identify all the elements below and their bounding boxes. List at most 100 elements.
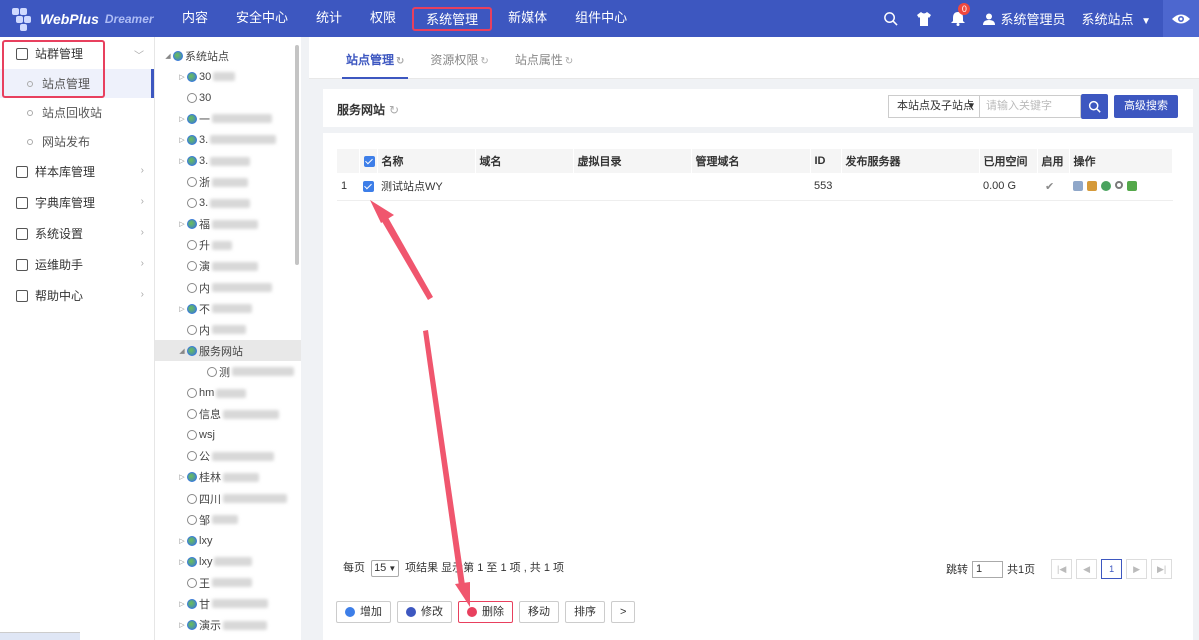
tab-resource-permissions[interactable]: 资源权限 ↻ [418, 51, 500, 78]
row-checkbox-cell[interactable] [359, 173, 377, 201]
jump-input[interactable]: 1 [972, 560, 1003, 578]
next-page-button[interactable]: ▶ [1126, 559, 1148, 579]
nav-item-system-management[interactable]: 系统管理 [412, 6, 493, 31]
edit-site-icon[interactable] [1087, 181, 1097, 192]
advanced-search-button[interactable]: 高级搜索 [1114, 95, 1178, 118]
header-id[interactable]: ID [810, 149, 842, 173]
tab-site-properties[interactable]: 站点属性 ↻ [503, 51, 585, 78]
sidebar-group-system-settings[interactable]: 系统设置 › [0, 218, 154, 249]
header-enabled[interactable]: 启用 [1037, 149, 1070, 173]
tree-node[interactable]: ▷ 桂林 [163, 467, 301, 488]
header-publish-server[interactable]: 发布服务器 [841, 149, 980, 173]
user-menu[interactable]: 系统管理员 [975, 9, 1073, 28]
tree-node[interactable]: 内 [163, 277, 301, 298]
tree-node[interactable]: 测 [163, 361, 301, 382]
row-name[interactable]: 测试站点WY [377, 173, 475, 201]
expand-arrow-icon[interactable]: ▷ [177, 157, 187, 165]
tree-node[interactable]: ▷ 3. [163, 150, 301, 171]
download-icon[interactable] [1127, 181, 1137, 192]
current-page-button[interactable]: 1 [1101, 559, 1123, 579]
expand-arrow-icon[interactable]: ▷ [177, 473, 187, 481]
nav-item-content[interactable]: 内容 [170, 7, 220, 31]
sidebar-group-site-cluster[interactable]: 站群管理 ﹀ [0, 38, 154, 69]
expand-arrow-icon[interactable]: ◢ [163, 52, 173, 60]
header-domain[interactable]: 域名 [475, 149, 574, 173]
tree-node[interactable]: ▷ 3. [163, 129, 301, 150]
expand-arrow-icon[interactable]: ▷ [177, 558, 187, 566]
refresh-icon[interactable]: ↻ [389, 103, 399, 117]
sidebar-item-site-management[interactable]: 站点管理 [0, 69, 154, 98]
theme-shirt-icon[interactable] [907, 0, 941, 37]
expand-arrow-icon[interactable]: ▷ [177, 220, 187, 228]
sort-button[interactable]: 排序 [565, 601, 605, 623]
nav-item-new-media[interactable]: 新媒体 [496, 7, 559, 31]
tree-node[interactable]: 30 [163, 87, 301, 108]
tree-node[interactable]: 浙 [163, 172, 301, 193]
per-page-select[interactable]: 15 ▼ [371, 559, 400, 577]
expand-arrow-icon[interactable]: ▷ [177, 537, 187, 545]
header-select-all[interactable] [359, 149, 378, 173]
tree-node[interactable]: ▷ lxy [163, 551, 301, 572]
expand-arrow-icon[interactable]: ◢ [177, 347, 187, 355]
select-all-checkbox[interactable] [363, 155, 375, 167]
tree-node[interactable]: ▷ 不 [163, 298, 301, 319]
nav-item-components[interactable]: 组件中心 [563, 7, 639, 31]
scope-select[interactable]: 本站点及子站点 [888, 95, 980, 118]
tree-node[interactable]: wsj [163, 425, 301, 446]
tree-node[interactable]: 王 [163, 572, 301, 593]
tree-node[interactable]: 演 [163, 256, 301, 277]
magnifier-icon[interactable] [1115, 181, 1123, 190]
sidebar-group-ops-assistant[interactable]: 运维助手 › [0, 249, 154, 280]
expand-arrow-icon[interactable]: ▷ [177, 600, 187, 608]
tree-node[interactable]: 信息 [163, 404, 301, 425]
sidebar-group-dictionary[interactable]: 字典库管理 › [0, 187, 154, 218]
nav-item-security[interactable]: 安全中心 [224, 7, 300, 31]
move-button[interactable]: 移动 [519, 601, 559, 623]
globe-icon[interactable] [1101, 181, 1111, 192]
row-checkbox[interactable] [363, 180, 374, 192]
search-button[interactable] [1081, 94, 1108, 119]
expand-arrow-icon[interactable]: ▷ [177, 136, 187, 144]
tree-node[interactable]: ▷ 福 [163, 214, 301, 235]
tree-root[interactable]: ◢ 系统站点 [163, 45, 301, 66]
more-button[interactable]: > [611, 601, 636, 623]
sidebar-item-site-recycle[interactable]: 站点回收站 [0, 98, 154, 127]
tree-node[interactable]: ▷ lxy [163, 530, 301, 551]
sidebar-group-sample-library[interactable]: 样本库管理 › [0, 156, 154, 187]
add-button[interactable]: 增加 [336, 601, 391, 623]
tree-node[interactable]: 升 [163, 235, 301, 256]
edit-button[interactable]: 修改 [397, 601, 452, 623]
notification-bell-icon[interactable]: 0 [941, 0, 975, 37]
tree-node[interactable]: 公 [163, 446, 301, 467]
header-admin-domain[interactable]: 管理域名 [691, 149, 811, 173]
nav-item-stats[interactable]: 统计 [304, 7, 354, 31]
sidebar-item-site-publish[interactable]: 网站发布 [0, 127, 154, 156]
expand-arrow-icon[interactable]: ▷ [177, 115, 187, 123]
header-virtual-dir[interactable]: 虚拟目录 [573, 149, 692, 173]
tree-node[interactable]: 四川 [163, 488, 301, 509]
header-name[interactable]: 名称 [377, 149, 476, 173]
expand-arrow-icon[interactable]: ▷ [177, 73, 187, 81]
first-page-button[interactable]: |◀ [1051, 559, 1073, 579]
nav-item-permissions[interactable]: 权限 [358, 7, 408, 31]
expand-arrow-icon[interactable]: ▷ [177, 305, 187, 313]
tree-node[interactable]: hm [163, 383, 301, 404]
copy-icon[interactable] [1073, 181, 1083, 192]
expand-arrow-icon[interactable]: ▷ [177, 621, 187, 629]
tree-node[interactable]: ▷ 甘 [163, 593, 301, 614]
tree-node[interactable]: 内 [163, 319, 301, 340]
search-input[interactable]: 请输入关键字 [980, 95, 1081, 118]
tab-site-management[interactable]: 站点管理 ↻ [334, 51, 416, 79]
tree-node[interactable]: ◢ 服务网站 [155, 340, 301, 362]
site-selector[interactable]: 系统站点 ▼ [1073, 9, 1163, 28]
header-used-space[interactable]: 已用空间 [979, 149, 1038, 173]
prev-page-button[interactable]: ◀ [1076, 559, 1098, 579]
search-icon[interactable] [873, 0, 907, 37]
tree-node[interactable]: ▷ 演示 [163, 615, 301, 636]
last-page-button[interactable]: ▶| [1151, 559, 1173, 579]
app-logo[interactable]: WebPlus Dreamer [0, 0, 170, 37]
tree-node[interactable]: 邹 [163, 509, 301, 530]
sidebar-group-help[interactable]: 帮助中心 › [0, 280, 154, 311]
eye-icon[interactable] [1163, 0, 1199, 37]
tree-node[interactable]: ▷ 一 [163, 108, 301, 129]
